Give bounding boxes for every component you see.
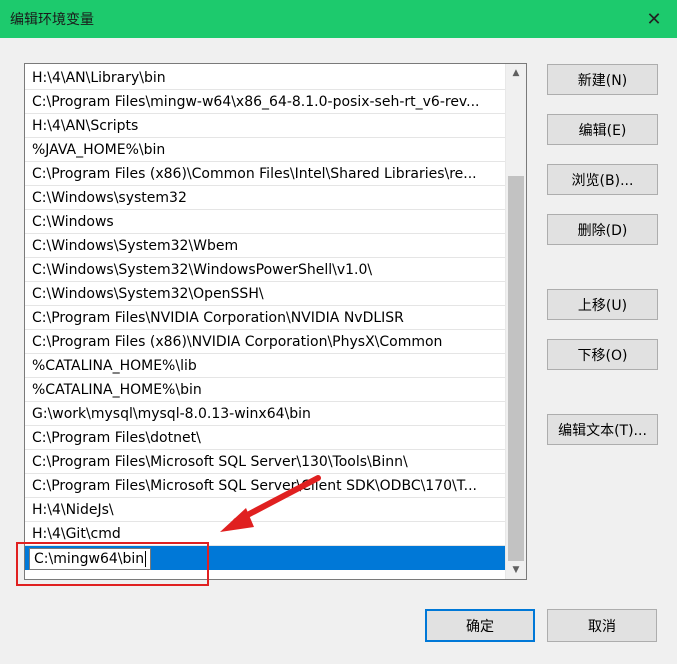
vertical-scrollbar[interactable]: ▲ ▼: [505, 64, 526, 579]
list-item[interactable]: G:\work\mysql\mysql-8.0.13-winx64\bin: [25, 402, 506, 426]
move-down-button[interactable]: 下移(O): [547, 339, 658, 370]
delete-button[interactable]: 删除(D): [547, 214, 658, 245]
list-item[interactable]: %CATALINA_HOME%\lib: [25, 354, 506, 378]
cancel-button[interactable]: 取消: [547, 609, 657, 642]
list-item[interactable]: %CATALINA_HOME%\bin: [25, 378, 506, 402]
path-list[interactable]: H:\4\AN\Library\bin C:\Program Files\min…: [24, 63, 527, 580]
text-caret: [145, 551, 147, 567]
list-item[interactable]: H:\4\NideJs\: [25, 498, 506, 522]
list-item[interactable]: C:\Program Files\Microsoft SQL Server\Cl…: [25, 474, 506, 498]
chevron-down-icon[interactable]: ▼: [506, 561, 526, 579]
list-item[interactable]: C:\Windows\system32: [25, 186, 506, 210]
list-item[interactable]: C:\Program Files\Microsoft SQL Server\13…: [25, 450, 506, 474]
list-item[interactable]: C:\Windows: [25, 210, 506, 234]
scrollbar-thumb[interactable]: [508, 176, 524, 561]
window-title: 编辑环境变量: [10, 12, 94, 28]
title-bar: 编辑环境变量 ✕: [0, 0, 677, 38]
new-button[interactable]: 新建(N): [547, 64, 658, 95]
browse-button[interactable]: 浏览(B)...: [547, 164, 658, 195]
path-edit-value: C:\mingw64\bin: [34, 551, 145, 567]
list-item[interactable]: C:\Program Files\mingw-w64\x86_64-8.1.0-…: [25, 90, 506, 114]
list-item-selected[interactable]: C:\mingw64\bin: [25, 546, 506, 570]
move-up-button[interactable]: 上移(U): [547, 289, 658, 320]
list-item[interactable]: C:\Windows\System32\Wbem: [25, 234, 506, 258]
edit-text-button[interactable]: 编辑文本(T)...: [547, 414, 658, 445]
list-item[interactable]: H:\4\AN\Scripts: [25, 114, 506, 138]
list-item[interactable]: H:\4\AN\Library\bin: [25, 66, 506, 90]
list-item[interactable]: C:\Windows\System32\OpenSSH\: [25, 282, 506, 306]
list-item[interactable]: %JAVA_HOME%\bin: [25, 138, 506, 162]
list-item[interactable]: C:\Program Files\NVIDIA Corporation\NVID…: [25, 306, 506, 330]
list-item[interactable]: C:\Program Files (x86)\Common Files\Inte…: [25, 162, 506, 186]
ok-button[interactable]: 确定: [425, 609, 535, 642]
list-item[interactable]: H:\4\Git\cmd: [25, 522, 506, 546]
list-item[interactable]: C:\Program Files (x86)\NVIDIA Corporatio…: [25, 330, 506, 354]
close-icon[interactable]: ✕: [631, 0, 677, 38]
chevron-up-icon[interactable]: ▲: [506, 64, 526, 82]
path-edit-input[interactable]: C:\mingw64\bin: [29, 548, 152, 570]
edit-button[interactable]: 编辑(E): [547, 114, 658, 145]
list-item[interactable]: C:\Program Files\dotnet\: [25, 426, 506, 450]
list-item[interactable]: C:\Windows\System32\WindowsPowerShell\v1…: [25, 258, 506, 282]
